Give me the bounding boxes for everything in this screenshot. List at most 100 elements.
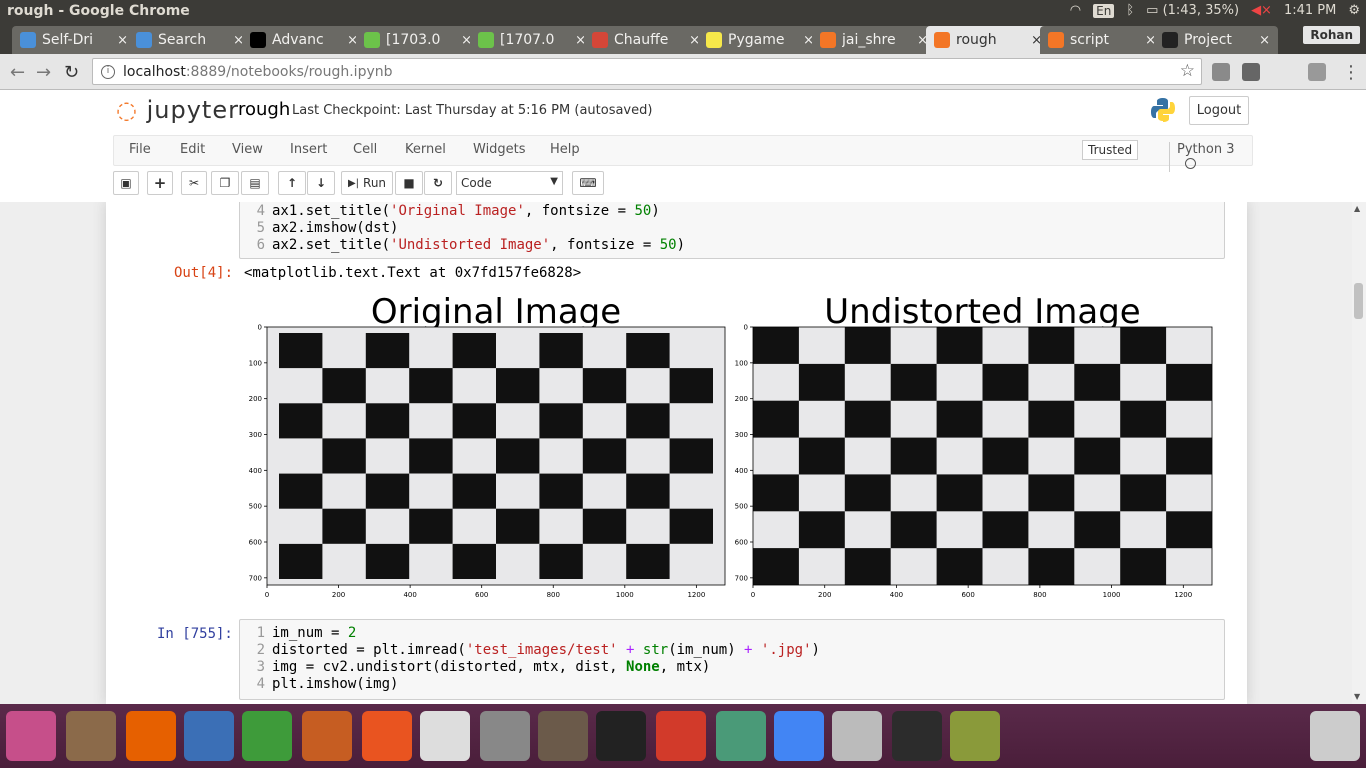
scroll-down-icon[interactable]: ▼ bbox=[1354, 692, 1360, 701]
checker-square bbox=[936, 327, 983, 364]
menu-edit[interactable]: Edit bbox=[180, 142, 205, 157]
address-bar[interactable]: i localhost:8889/notebooks/rough.ipynb ☆ bbox=[92, 58, 1202, 85]
checker-square bbox=[539, 473, 583, 509]
trusted-indicator[interactable]: Trusted bbox=[1082, 140, 1139, 160]
code-line: 1 im_num = 2 bbox=[240, 625, 1224, 642]
code-string: 'Undistorted Image' bbox=[390, 237, 551, 253]
ubuntu-dash-icon[interactable] bbox=[6, 711, 56, 761]
medium-icon bbox=[250, 32, 266, 48]
bluetooth-icon[interactable]: ᛒ bbox=[1126, 3, 1134, 18]
info-icon[interactable]: i bbox=[101, 64, 115, 79]
jupyter-logo[interactable]: ◌ jupyter bbox=[116, 96, 239, 124]
move-up-button[interactable]: ↑ bbox=[278, 171, 306, 195]
tab-1[interactable]: Search × bbox=[128, 26, 252, 54]
tab-4[interactable]: [1707.0 × bbox=[470, 26, 594, 54]
atom-icon[interactable] bbox=[716, 711, 766, 761]
writer-icon[interactable] bbox=[184, 711, 234, 761]
language-indicator[interactable]: En bbox=[1093, 3, 1115, 18]
amazon-icon[interactable] bbox=[420, 711, 470, 761]
code-operator: + bbox=[744, 642, 753, 658]
trash-icon[interactable] bbox=[1310, 711, 1360, 761]
page-scrollbar[interactable] bbox=[1352, 202, 1366, 704]
interrupt-button[interactable]: ■ bbox=[395, 171, 423, 195]
checker-square bbox=[626, 333, 670, 369]
checker-square bbox=[844, 400, 891, 438]
extension-icon[interactable] bbox=[1212, 63, 1230, 81]
calc-icon[interactable] bbox=[242, 711, 292, 761]
tab-3[interactable]: [1703.0 × bbox=[356, 26, 480, 54]
software-center-icon[interactable] bbox=[362, 711, 412, 761]
cut-button[interactable]: ✂ bbox=[181, 171, 207, 195]
gimp-icon[interactable] bbox=[538, 711, 588, 761]
cell-type-select[interactable]: Code ▼ bbox=[456, 171, 563, 195]
tab-8[interactable]: rough × bbox=[926, 26, 1050, 54]
y-tick-label: 100 bbox=[249, 359, 262, 367]
code-cell-input[interactable]: 4 ax1.set_title('Original Image', fontsiz… bbox=[239, 202, 1225, 259]
tab-10[interactable]: Project × bbox=[1154, 26, 1278, 54]
checker-square bbox=[844, 327, 891, 364]
chrome-icon[interactable] bbox=[774, 711, 824, 761]
command-palette-button[interactable]: ⌨ bbox=[572, 171, 604, 195]
tab-5[interactable]: Chauffe × bbox=[584, 26, 708, 54]
disk-icon[interactable] bbox=[832, 711, 882, 761]
cast-extension-icon[interactable] bbox=[1308, 63, 1326, 81]
settings-icon[interactable] bbox=[480, 711, 530, 761]
save-button[interactable]: ▣ bbox=[113, 171, 139, 195]
insert-cell-button[interactable]: + bbox=[147, 171, 173, 195]
y-tick-label: 700 bbox=[735, 574, 748, 582]
tab-close-icon[interactable]: × bbox=[117, 33, 128, 48]
tab-0[interactable]: Self-Dri × bbox=[12, 26, 136, 54]
tab-9[interactable]: script × bbox=[1040, 26, 1164, 54]
logout-button[interactable]: Logout bbox=[1189, 96, 1249, 125]
menu-insert[interactable]: Insert bbox=[290, 142, 327, 157]
settings-gear-icon[interactable]: ⚙ bbox=[1348, 3, 1360, 18]
run-button[interactable]: ▶| Run bbox=[341, 171, 393, 195]
clock[interactable]: 1:41 PM bbox=[1284, 3, 1336, 18]
paste-button[interactable]: ▤ bbox=[241, 171, 269, 195]
tiles-icon[interactable] bbox=[656, 711, 706, 761]
checker-square bbox=[365, 473, 410, 509]
scroll-up-icon[interactable]: ▲ bbox=[1354, 204, 1360, 213]
code-text: , mtx) bbox=[659, 659, 711, 675]
impress-icon[interactable] bbox=[302, 711, 352, 761]
battery-indicator[interactable]: ▭ (1:43, 35%) bbox=[1146, 3, 1239, 18]
menu-view[interactable]: View bbox=[232, 142, 263, 157]
code-cell-input[interactable]: 1 im_num = 2 2 distorted = plt.imread('tes… bbox=[239, 619, 1225, 700]
y-tick-label: 200 bbox=[735, 395, 748, 403]
forward-icon[interactable]: → bbox=[36, 62, 51, 83]
step-forward-icon: ▶| bbox=[347, 177, 360, 189]
scrollbar-thumb[interactable] bbox=[1354, 283, 1363, 319]
copy-button[interactable]: ❐ bbox=[211, 171, 239, 195]
x-tick-label: 400 bbox=[403, 591, 416, 599]
restart-button[interactable]: ↻ bbox=[424, 171, 452, 195]
magnifier-icon[interactable] bbox=[950, 711, 1000, 761]
menu-file[interactable]: File bbox=[129, 142, 151, 157]
menu-cell[interactable]: Cell bbox=[353, 142, 377, 157]
tab-7[interactable]: jai_shre × bbox=[812, 26, 936, 54]
y-tick-label: 0 bbox=[744, 324, 748, 332]
tab-close-icon[interactable]: × bbox=[1259, 33, 1270, 48]
menu-help[interactable]: Help bbox=[550, 142, 580, 157]
tab-2[interactable]: Advanc × bbox=[242, 26, 366, 54]
tab-6[interactable]: Pygame × bbox=[698, 26, 822, 54]
volume-muted-icon[interactable]: ◀× bbox=[1251, 3, 1272, 18]
back-icon[interactable]: ← bbox=[10, 62, 25, 83]
firefox-icon[interactable] bbox=[126, 711, 176, 761]
copy-icon: ❐ bbox=[219, 176, 231, 190]
checker-square bbox=[279, 403, 323, 439]
terminal-icon[interactable] bbox=[892, 711, 942, 761]
bookmark-star-icon[interactable]: ☆ bbox=[1180, 61, 1195, 81]
x-tick-label: 600 bbox=[961, 591, 974, 599]
pen-extension-icon[interactable] bbox=[1242, 63, 1260, 81]
files-icon[interactable] bbox=[66, 711, 116, 761]
menu-kernel[interactable]: Kernel bbox=[405, 142, 446, 157]
move-down-button[interactable]: ↓ bbox=[307, 171, 335, 195]
chrome-menu-icon[interactable]: ⋮ bbox=[1342, 62, 1360, 83]
notebook-name[interactable]: rough bbox=[238, 99, 290, 120]
inkscape-icon[interactable] bbox=[596, 711, 646, 761]
reload-icon[interactable]: ↻ bbox=[64, 62, 79, 83]
profile-button[interactable]: Rohan bbox=[1303, 26, 1360, 44]
checker-square bbox=[452, 333, 496, 369]
menu-widgets[interactable]: Widgets bbox=[473, 142, 526, 157]
wifi-icon[interactable]: ◠ bbox=[1070, 3, 1081, 18]
